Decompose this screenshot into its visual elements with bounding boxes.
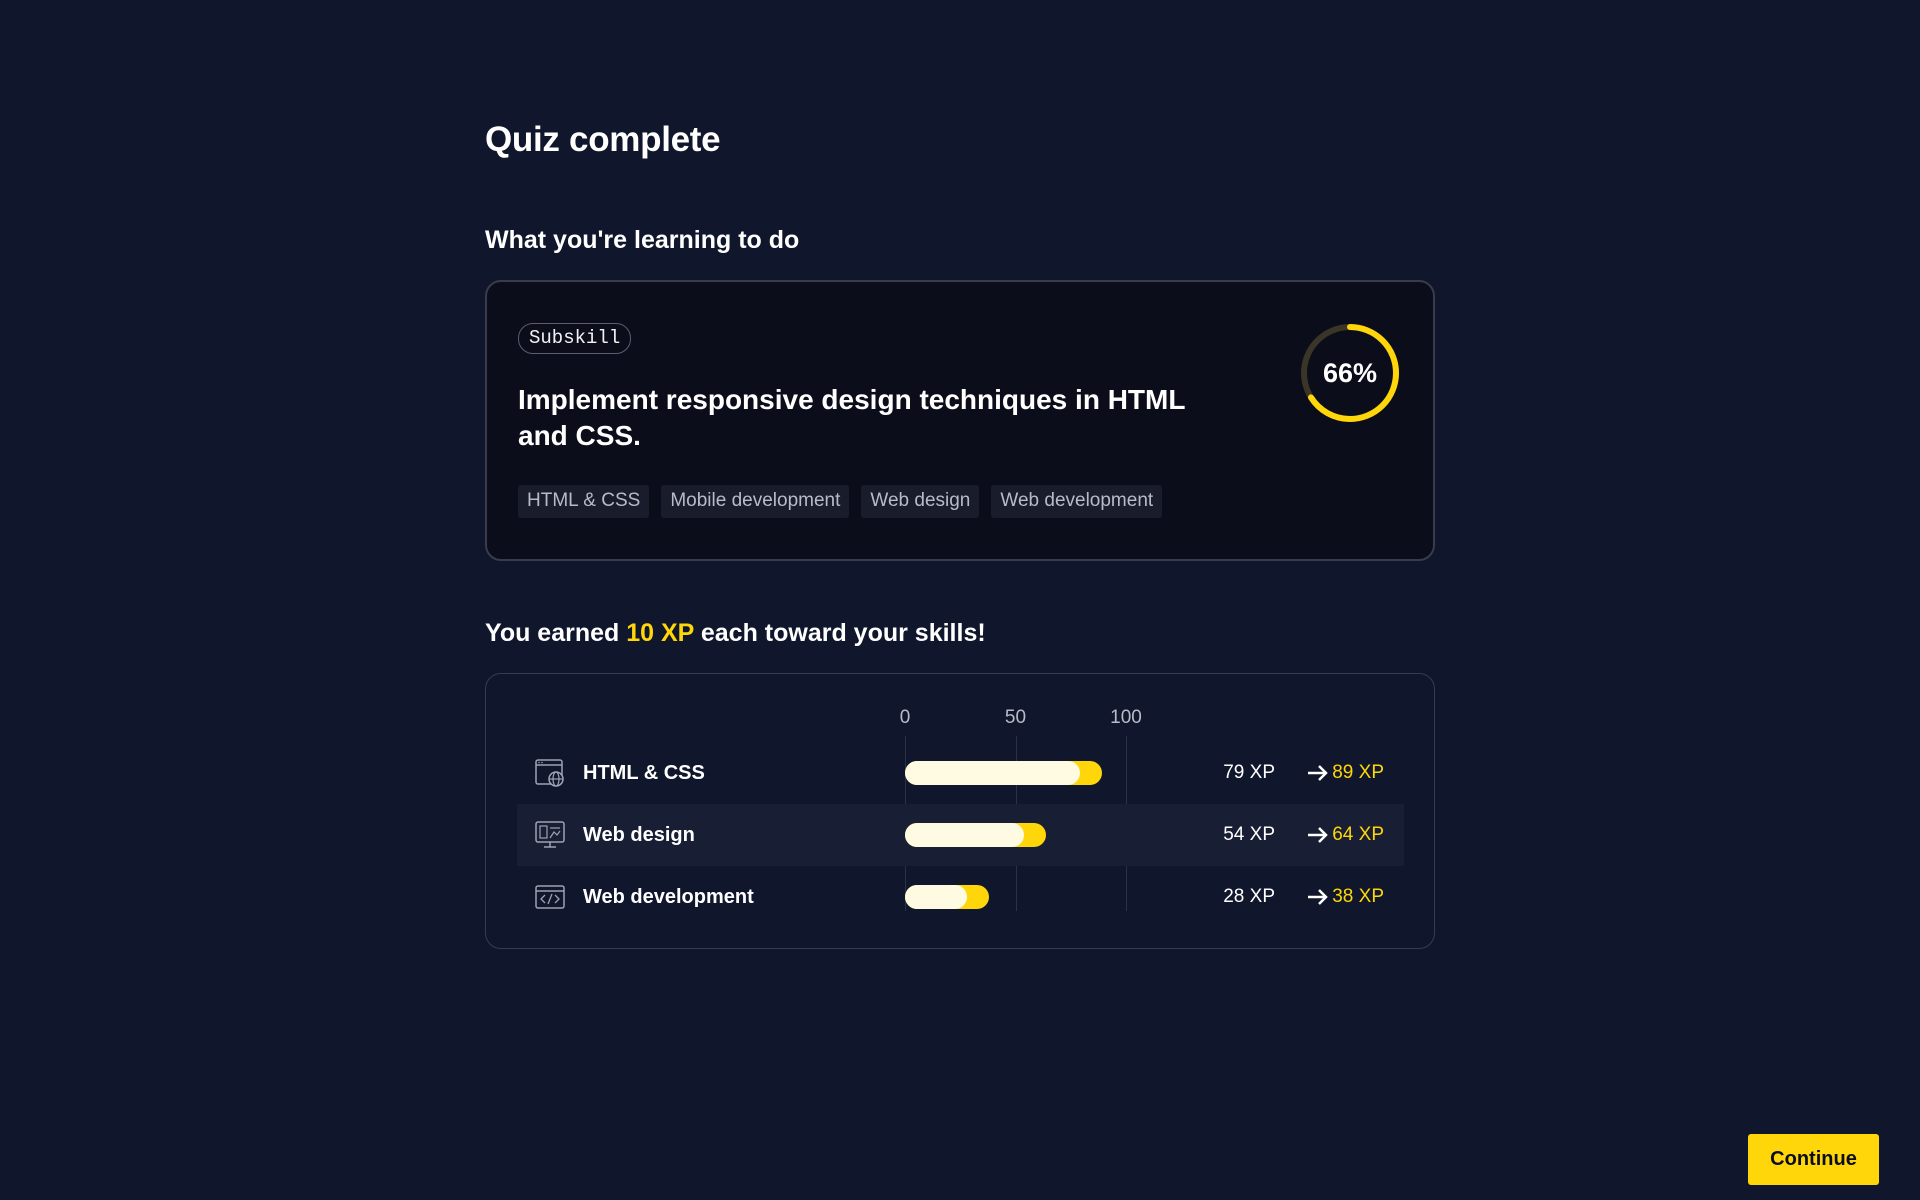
subskill-card: Subskill Implement responsive design tec… [485, 280, 1435, 561]
progress-percent: 66% [1322, 357, 1378, 388]
xp-old-value: 79 XP [1223, 762, 1275, 783]
xp-old-value: 28 XP [1223, 886, 1275, 907]
xp-progress-card: 0 50 100 HTML & CSS 79 XP 89 XP Web desi… [485, 673, 1435, 949]
monitor-design-icon [535, 821, 565, 848]
subskill-progress-ring: 66% [1299, 322, 1401, 424]
subskill-heading: Implement responsive design techniques i… [518, 384, 1185, 451]
xp-bar-old [905, 823, 1025, 847]
skill-row-html-css: HTML & CSS 79 XP 89 XP [517, 742, 1404, 804]
xp-bar [905, 885, 989, 909]
xp-bar [905, 823, 1047, 847]
xp-title-prefix: You earned [485, 619, 627, 647]
scale-label-50: 50 [1004, 707, 1027, 728]
scale-label-100: 100 [1110, 707, 1142, 728]
xp-new-value: 64 XP [1332, 824, 1384, 845]
skill-tag: Web design [861, 485, 980, 518]
page-title: Quiz complete [485, 120, 721, 159]
xp-bar-old [905, 761, 1080, 785]
continue-button[interactable]: Continue [1748, 1134, 1879, 1185]
xp-old-value: 54 XP [1223, 824, 1275, 845]
quiz-complete-page: Quiz complete What you're learning to do… [0, 0, 1920, 1200]
skill-row-web-development: Web development 28 XP 38 XP [517, 866, 1404, 928]
learning-section-title: What you're learning to do [485, 226, 800, 254]
xp-new-value: 38 XP [1332, 886, 1384, 907]
skill-row-web-design: Web design 54 XP 64 XP [517, 804, 1404, 866]
globe-window-icon [535, 759, 564, 787]
arrow-right-icon [1308, 765, 1328, 781]
code-window-icon [535, 885, 565, 909]
xp-earned-title: You earned 10 XP each toward your skills… [485, 619, 1435, 648]
xp-bar [905, 761, 1102, 785]
skill-name: Web design [583, 824, 695, 846]
scale-label-0: 0 [899, 707, 911, 728]
arrow-right-icon [1308, 889, 1328, 905]
skill-tag: HTML & CSS [518, 485, 650, 518]
subskill-badge: Subskill [518, 323, 632, 354]
xp-new-value: 89 XP [1332, 762, 1384, 783]
skill-tag: Mobile development [661, 485, 850, 518]
xp-bar-old [905, 885, 967, 909]
xp-amount-highlight: 10 XP [626, 619, 694, 647]
xp-title-suffix: each toward your skills! [693, 619, 986, 647]
skill-name: Web development [583, 886, 754, 908]
skill-tags: HTML & CSS Mobile development Web design… [518, 485, 1163, 518]
arrow-right-icon [1308, 827, 1328, 843]
main-content: Quiz complete What you're learning to do… [485, 120, 1435, 949]
skill-tag: Web development [991, 485, 1163, 518]
skill-name: HTML & CSS [583, 762, 705, 784]
